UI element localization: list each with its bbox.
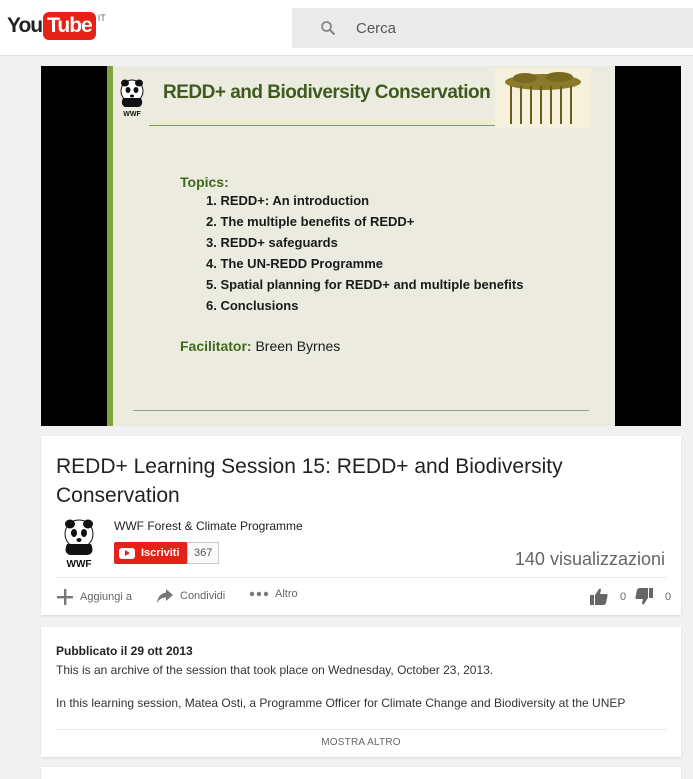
topic-item: 5. Spatial planning for REDD+ and multip… (206, 277, 524, 292)
divider (56, 729, 666, 730)
facilitator-line: Facilitator: Breen Byrnes (180, 338, 340, 354)
topic-item: 2. The multiple benefits of REDD+ (206, 214, 415, 229)
youtube-logo[interactable]: You Tube IT (7, 12, 106, 40)
like-button[interactable]: 0 (590, 588, 626, 605)
search-input[interactable] (356, 19, 636, 37)
add-to-button[interactable]: Aggiungi a (56, 588, 132, 606)
share-label: Condividi (180, 590, 226, 602)
share-icon (157, 589, 173, 603)
slide-title: REDD+ and Biodiversity Conservation (163, 82, 491, 103)
description-line: This is an archive of the session that t… (56, 663, 494, 677)
share-button[interactable]: Condividi (156, 588, 225, 604)
top-header: You Tube IT (0, 0, 693, 56)
view-count: 140 visualizzazioni (514, 549, 665, 569)
thumbs-up-icon (590, 588, 608, 605)
slide-bottom-rule (133, 410, 589, 411)
search-icon[interactable] (320, 20, 336, 36)
video-title: REDD+ Learning Session 15: REDD+ and Bio… (56, 455, 563, 507)
topic-item: 6. Conclusions (206, 298, 299, 313)
video-player[interactable]: WWF REDD+ and Biodiversity Conservation … (41, 66, 681, 426)
next-card (41, 767, 681, 779)
dislike-count: 0 (665, 590, 672, 603)
topics-label: Topics: (180, 174, 229, 190)
svg-text:WWF: WWF (123, 111, 141, 118)
wwf-panda-logo-icon: WWF (120, 79, 144, 118)
search-bar (292, 8, 693, 48)
slide-accent-bar (107, 66, 113, 426)
description-line: In this learning session, Matea Osti, a … (56, 696, 626, 710)
description-card: Pubblicato il 29 ott 2013 This is an arc… (41, 627, 681, 757)
subscriber-count: 367 (187, 542, 220, 564)
video-info-card: REDD+ Learning Session 15: REDD+ and Bio… (41, 436, 681, 615)
more-label: Altro (275, 588, 298, 600)
thumbs-down-icon (635, 588, 653, 605)
facilitator-name: Breen Byrnes (255, 338, 341, 354)
plus-icon (57, 589, 73, 605)
svg-text:WWF: WWF (67, 559, 92, 569)
video-frame-slide: WWF REDD+ and Biodiversity Conservation … (107, 66, 615, 426)
facilitator-label: Facilitator: (180, 338, 252, 354)
channel-name[interactable]: WWF Forest & Climate Programme (114, 519, 303, 533)
more-dots-icon (249, 591, 269, 597)
topic-item: 1. REDD+: An introduction (206, 193, 370, 208)
logo-you-text: You (7, 14, 43, 37)
topic-item: 3. REDD+ safeguards (206, 235, 338, 250)
more-button[interactable]: Altro (249, 588, 298, 600)
logo-tube-text: Tube (43, 12, 96, 40)
divider (56, 577, 666, 578)
like-count: 0 (620, 590, 627, 603)
forest-illustration-icon (495, 68, 591, 128)
topic-list: 1. REDD+: An introduction 2. The multipl… (206, 190, 523, 316)
add-to-label: Aggiungi a (80, 591, 132, 603)
channel-avatar[interactable]: WWF (61, 517, 97, 569)
show-more-button[interactable]: MOSTRA ALTRO (41, 737, 681, 748)
publish-date: Pubblicato il 29 ott 2013 (56, 644, 193, 658)
topic-item: 4. The UN-REDD Programme (206, 256, 383, 271)
slide-title-rule (149, 125, 495, 126)
subscribe-label: Iscriviti (141, 547, 180, 559)
region-code: IT (97, 13, 106, 23)
dislike-button[interactable]: 0 (635, 588, 671, 605)
youtube-play-icon (119, 547, 135, 559)
subscribe-button[interactable]: Iscriviti (114, 542, 188, 564)
